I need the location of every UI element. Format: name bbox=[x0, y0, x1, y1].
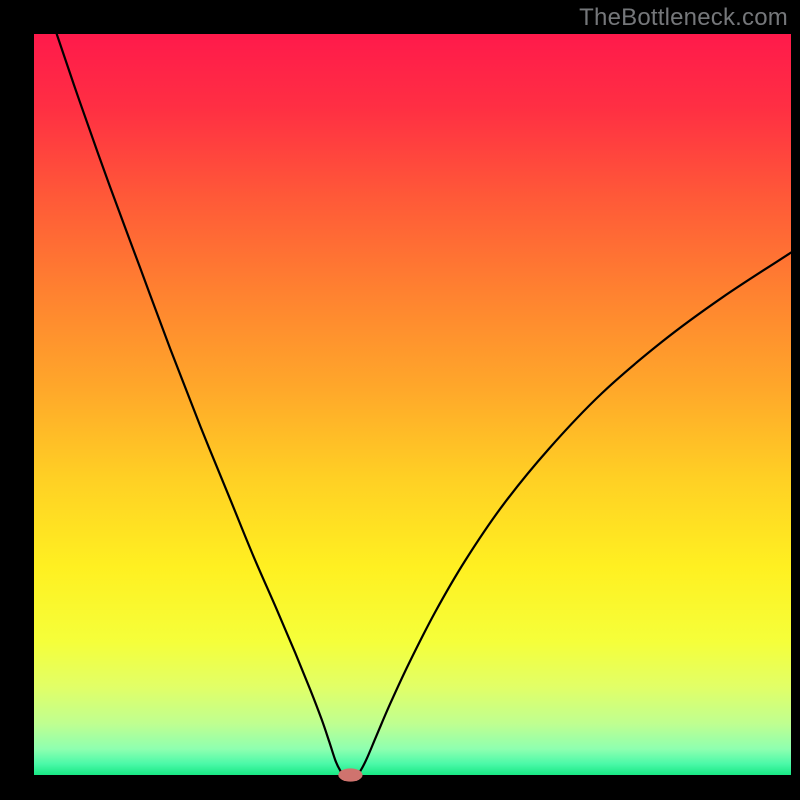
watermark-text: TheBottleneck.com bbox=[579, 6, 788, 30]
optimal-point-marker bbox=[338, 768, 362, 781]
bottleneck-chart bbox=[0, 0, 800, 800]
plot-background bbox=[34, 34, 791, 775]
